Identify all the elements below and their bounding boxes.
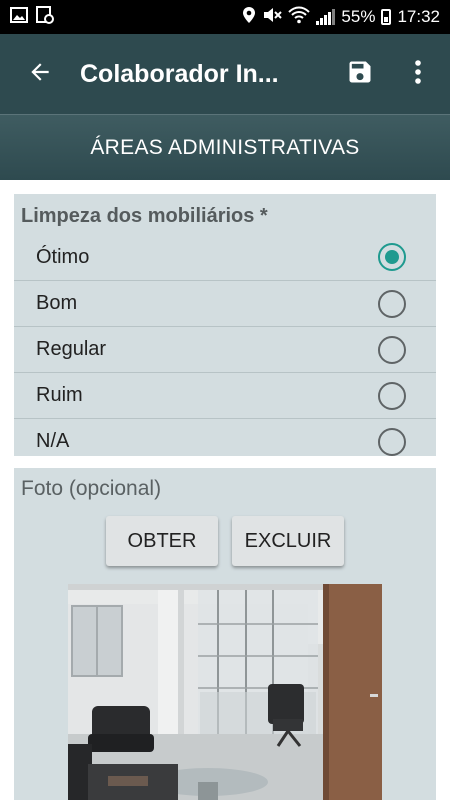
excluir-button[interactable]: EXCLUIR: [232, 516, 344, 566]
more-vert-icon: [414, 59, 422, 90]
status-bar-left: [10, 5, 54, 29]
status-bar: 55% 17:32: [0, 0, 450, 34]
office-photo: [68, 584, 382, 800]
option-label: Ótimo: [36, 245, 90, 268]
battery-icon: [381, 9, 392, 25]
photo-label: Foto (opcional): [21, 477, 162, 500]
question-card: Limpeza dos mobiliários * Ótimo Bom Regu…: [14, 194, 436, 456]
radio-option-regular[interactable]: Regular: [14, 326, 436, 372]
radio-option-bom[interactable]: Bom: [14, 280, 436, 326]
radio-button[interactable]: [378, 289, 406, 318]
option-label: Ruim: [36, 384, 83, 406]
photo-card: Foto (opcional) OBTER EXCLUIR: [14, 468, 436, 800]
app-bar: Colaborador In...: [0, 34, 450, 114]
arrow-left-icon: [27, 59, 53, 90]
photo-button-row: OBTER EXCLUIR: [14, 516, 436, 566]
save-button[interactable]: [330, 34, 390, 114]
office-photo-image: [68, 584, 382, 800]
save-icon: [346, 58, 374, 91]
section-header: ÁREAS ADMINISTRATIVAS: [0, 114, 450, 180]
status-bar-right: 55% 17:32: [242, 6, 440, 29]
form-content[interactable]: Limpeza dos mobiliários * Ótimo Bom Regu…: [0, 180, 450, 800]
radio-button[interactable]: [378, 335, 406, 364]
radio-button-checked[interactable]: [378, 243, 406, 271]
option-label: Regular: [36, 338, 107, 360]
signal-icon: [316, 9, 336, 25]
clock: 17:32: [397, 7, 440, 26]
option-label: Bom: [36, 292, 78, 314]
obter-button[interactable]: OBTER: [106, 516, 218, 566]
radio-button[interactable]: [378, 427, 406, 456]
back-button[interactable]: [0, 34, 80, 114]
page-title: Colaborador In...: [80, 59, 279, 88]
radio-option-otimo[interactable]: Ótimo: [14, 234, 436, 280]
mute-icon: [262, 6, 283, 29]
battery-percentage: 55%: [341, 7, 376, 26]
option-label: N/A: [36, 430, 70, 452]
more-options-button[interactable]: [390, 34, 446, 114]
radio-option-na[interactable]: N/A: [14, 418, 436, 464]
question-label: Limpeza dos mobiliários *: [21, 205, 268, 227]
location-icon: [242, 6, 256, 29]
wifi-icon: [288, 6, 311, 29]
image-settings-notification-icon: [36, 5, 54, 29]
radio-button[interactable]: [378, 381, 406, 410]
radio-option-ruim[interactable]: Ruim: [14, 372, 436, 418]
radio-group: Ótimo Bom Regular Ruim N/A: [14, 234, 436, 464]
gallery-notification-icon: [10, 6, 28, 28]
